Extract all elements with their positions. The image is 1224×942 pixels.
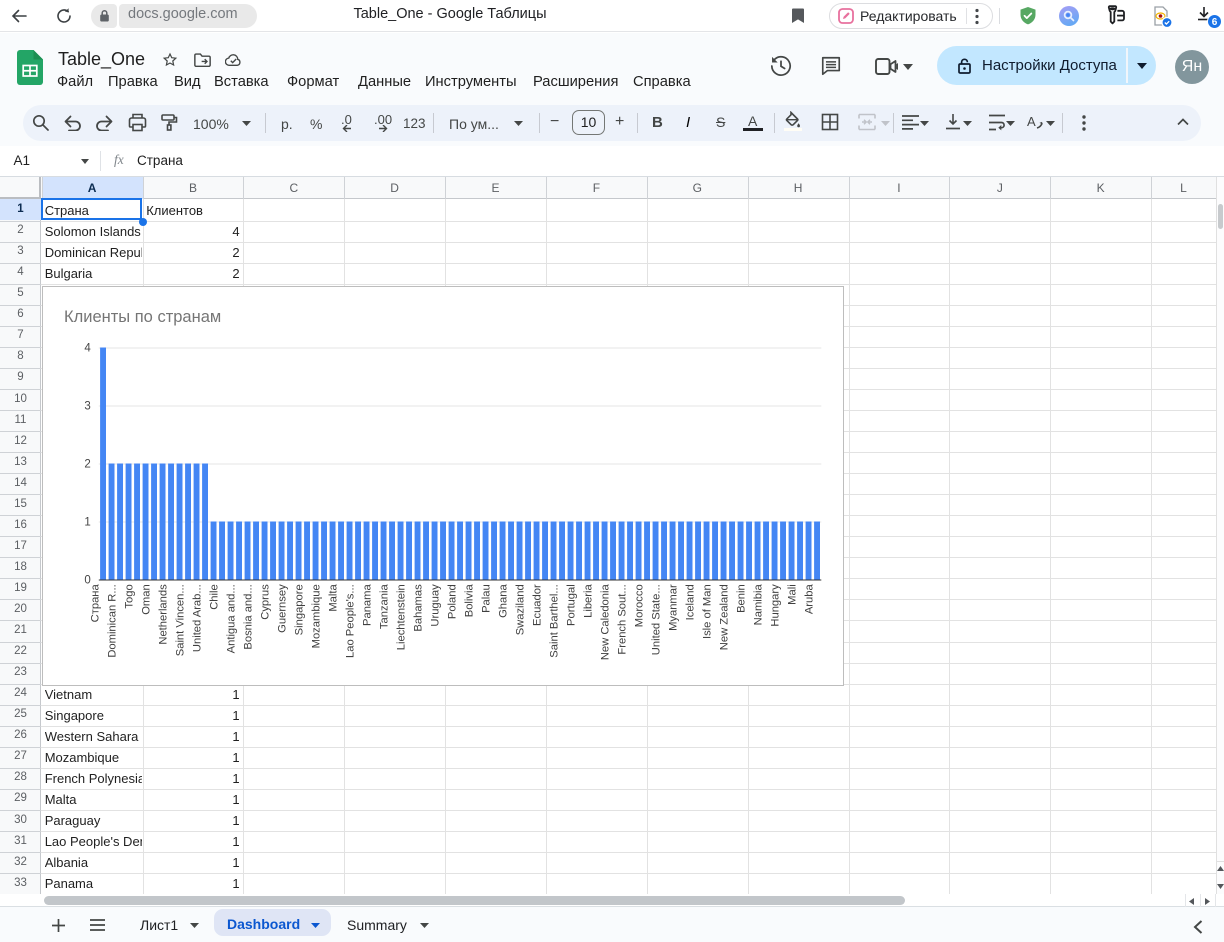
svg-text:Liechtenstein: Liechtenstein [395,584,407,650]
svg-text:Lao People's...: Lao People's... [344,584,356,658]
svg-text:Singapore: Singapore [293,584,305,635]
svg-text:Portugal: Portugal [565,584,577,626]
svg-text:Saint Vincen...: Saint Vincen... [174,584,186,656]
svg-text:United Arab...: United Arab... [191,584,203,652]
svg-text:Liberia: Liberia [582,584,594,618]
svg-text:Oman: Oman [140,584,152,614]
svg-text:Hungary: Hungary [769,584,781,627]
svg-text:Poland: Poland [446,584,458,619]
svg-text:Tanzania: Tanzania [378,584,390,630]
svg-text:Dominican R...: Dominican R... [106,584,118,657]
svg-text:Morocco: Morocco [633,584,645,627]
svg-text:Togo: Togo [123,584,135,608]
svg-text:4: 4 [84,343,91,355]
svg-text:Mozambique: Mozambique [310,584,322,648]
svg-text:Клиенты по странам: Клиенты по странам [64,308,221,326]
svg-text:New Caledonia: New Caledonia [599,584,611,661]
svg-text:Antigua and...: Antigua and... [225,584,237,653]
svg-text:3: 3 [84,401,90,413]
svg-text:Palau: Palau [480,584,492,613]
svg-text:2: 2 [84,459,90,471]
svg-text:Uruguay: Uruguay [429,584,441,627]
svg-text:Aruba: Aruba [803,584,815,615]
svg-text:Guernsey: Guernsey [276,584,288,633]
svg-text:Malta: Malta [327,584,339,612]
svg-text:1: 1 [84,517,90,529]
svg-text:Swaziland: Swaziland [514,584,526,635]
svg-text:Netherlands: Netherlands [157,584,169,645]
svg-text:Chile: Chile [208,584,220,610]
svg-text:Myanmar: Myanmar [667,584,679,631]
svg-text:New Zealand: New Zealand [718,584,730,650]
svg-text:Страна: Страна [89,584,101,623]
svg-text:Isle of Man: Isle of Man [701,584,713,639]
svg-text:French Sout...: French Sout... [616,584,628,654]
svg-text:Ghana: Ghana [497,584,509,618]
svg-text:Cyprus: Cyprus [259,584,271,620]
svg-text:Bosnia and...: Bosnia and... [242,584,254,649]
svg-text:Bahamas: Bahamas [412,584,424,632]
svg-text:Mali: Mali [786,584,798,605]
svg-text:Benin: Benin [735,584,747,613]
svg-text:Panama: Panama [361,584,373,626]
svg-text:A: A [1027,114,1036,129]
svg-text:United State...: United State... [650,584,662,655]
svg-text:Saint Barthel...: Saint Barthel... [548,584,560,657]
svg-text:Bolivia: Bolivia [463,584,475,618]
svg-text:Ecuador: Ecuador [531,584,543,626]
svg-text:Iceland: Iceland [684,584,696,620]
svg-text:Namibia: Namibia [752,584,764,626]
